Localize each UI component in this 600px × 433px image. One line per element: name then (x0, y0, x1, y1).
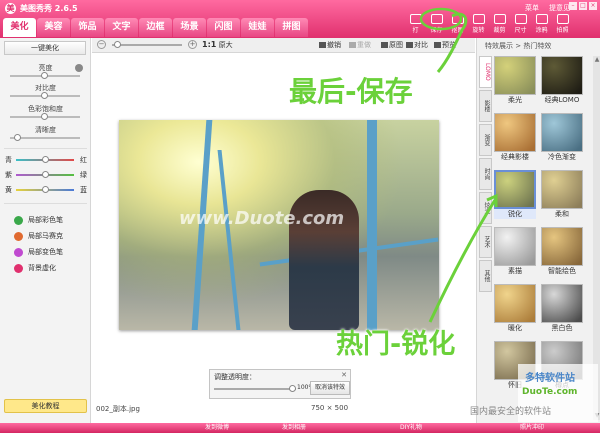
annotation-arrow (428, 199, 497, 323)
site-watermark-slogan: 国内最安全的软件站 (470, 407, 552, 417)
site-watermark-name: 多特软件站 (525, 373, 575, 384)
site-watermark-domain: DuoTe.com (522, 387, 578, 397)
annotation-circle (419, 7, 463, 31)
annotation-arrow (436, 12, 468, 73)
annotation-arrows (419, 7, 498, 323)
